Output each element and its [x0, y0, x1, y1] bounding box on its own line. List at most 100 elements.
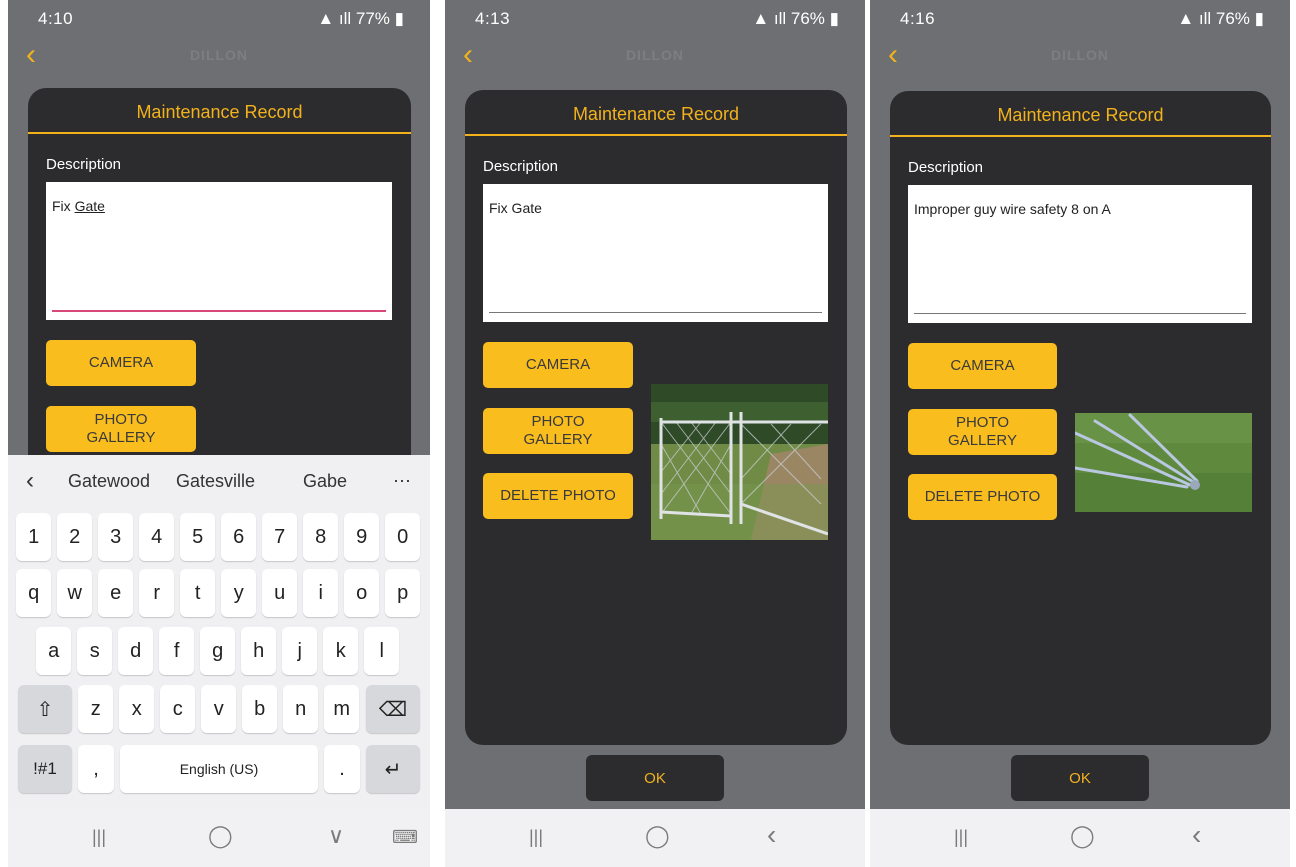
key-6[interactable]: 6 — [221, 513, 257, 561]
key-s[interactable]: s — [77, 627, 113, 675]
card-title: Maintenance Record — [136, 102, 303, 122]
app-logo: DILLON — [625, 47, 685, 63]
suggestion-back-icon[interactable]: ‹ — [26, 467, 34, 495]
maintenance-card: Maintenance Record Description Fix Gate … — [465, 90, 847, 745]
symbols-key[interactable]: !#1 — [18, 745, 72, 793]
photo-gallery-button[interactable]: PHOTO GALLERY — [46, 406, 196, 452]
period-key[interactable]: . — [324, 745, 360, 793]
key-x[interactable]: x — [119, 685, 155, 733]
phone-screen-1: 4:10 ▲ ıll 77% ▮ ‹ DILLON Maintenance Re… — [8, 0, 430, 867]
key-q[interactable]: q — [16, 569, 52, 617]
status-time: 4:13 — [475, 9, 511, 28]
key-r[interactable]: r — [139, 569, 175, 617]
camera-button[interactable]: CAMERA — [908, 343, 1057, 389]
delete-photo-button[interactable]: DELETE PHOTO — [908, 474, 1057, 520]
key-c[interactable]: c — [160, 685, 196, 733]
suggestion-strip: ‹ Gatewood Gatesville Gabe ⋯ — [8, 455, 430, 507]
camera-button[interactable]: CAMERA — [46, 340, 196, 386]
home-icon[interactable]: ◯ — [645, 823, 670, 849]
system-nav-bar: ||| ◯ ‹ — [445, 809, 865, 867]
key-m[interactable]: m — [324, 685, 360, 733]
key-t[interactable]: t — [180, 569, 216, 617]
photo-gallery-button[interactable]: PHOTO GALLERY — [483, 408, 633, 454]
key-o[interactable]: o — [344, 569, 380, 617]
key-k[interactable]: k — [323, 627, 359, 675]
key-2[interactable]: 2 — [57, 513, 93, 561]
suggestion-2[interactable]: Gatesville — [176, 471, 255, 492]
key-3[interactable]: 3 — [98, 513, 134, 561]
suggestion-3[interactable]: Gabe — [303, 471, 347, 492]
key-a[interactable]: a — [36, 627, 72, 675]
key-l[interactable]: l — [364, 627, 400, 675]
hide-keyboard-icon[interactable]: ∨ — [328, 823, 344, 849]
key-n[interactable]: n — [283, 685, 319, 733]
back-icon[interactable]: ‹ — [1192, 819, 1201, 851]
gate-photo[interactable] — [651, 384, 828, 540]
backspace-key[interactable]: ⌫ — [366, 685, 420, 733]
shift-key[interactable]: ⇧ — [18, 685, 72, 733]
key-d[interactable]: d — [118, 627, 154, 675]
title-divider — [890, 135, 1271, 137]
photo-gallery-label-line1: PHOTO — [94, 411, 148, 428]
description-autocorrect-word: Gate — [74, 198, 105, 214]
key-z[interactable]: z — [78, 685, 114, 733]
description-field[interactable]: Fix Gate — [46, 182, 392, 320]
title-divider — [28, 132, 411, 134]
key-b[interactable]: b — [242, 685, 278, 733]
status-battery: ▲ ıll 76% ▮ — [752, 9, 839, 28]
card-title: Maintenance Record — [572, 104, 740, 124]
guy-wire-photo-image — [1075, 413, 1252, 512]
recents-icon[interactable]: ||| — [529, 827, 543, 848]
signal-icon: ▲ ıll — [1177, 9, 1216, 28]
focus-underline — [52, 310, 386, 312]
photo-gallery-label-line2: GALLERY — [86, 429, 156, 446]
key-u[interactable]: u — [262, 569, 298, 617]
phone-screen-2: 4:13 ▲ ıll 76% ▮ ‹ DILLON Maintenance Re… — [445, 0, 865, 867]
photo-gallery-label-line1: PHOTO — [531, 413, 585, 430]
key-0[interactable]: 0 — [385, 513, 421, 561]
camera-button[interactable]: CAMERA — [483, 342, 633, 388]
delete-photo-button[interactable]: DELETE PHOTO — [483, 473, 633, 519]
status-bar: 4:10 ▲ ıll 77% ▮ — [8, 0, 430, 38]
key-i[interactable]: i — [303, 569, 339, 617]
ok-button[interactable]: OK — [586, 755, 724, 801]
ok-button[interactable]: OK — [1011, 755, 1149, 801]
gate-photo-image — [651, 384, 828, 540]
enter-key[interactable]: ↵ — [366, 745, 420, 793]
key-4[interactable]: 4 — [139, 513, 175, 561]
key-f[interactable]: f — [159, 627, 195, 675]
app-bar: ‹ DILLON — [445, 38, 865, 78]
description-field[interactable]: Improper guy wire safety 8 on A — [908, 185, 1252, 323]
key-w[interactable]: w — [57, 569, 93, 617]
key-y[interactable]: y — [221, 569, 257, 617]
keyboard-switch-icon[interactable]: ⌨ — [392, 827, 418, 848]
guy-wire-photo[interactable] — [1075, 413, 1252, 512]
key-h[interactable]: h — [241, 627, 277, 675]
description-field[interactable]: Fix Gate — [483, 184, 828, 322]
photo-gallery-button[interactable]: PHOTO GALLERY — [908, 409, 1057, 455]
back-icon[interactable]: ‹ — [767, 819, 776, 851]
description-label: Description — [46, 156, 122, 173]
key-e[interactable]: e — [98, 569, 134, 617]
recents-icon[interactable]: ||| — [92, 827, 106, 848]
key-8[interactable]: 8 — [303, 513, 339, 561]
app-bar: ‹ DILLON — [870, 38, 1290, 78]
photo-gallery-label-line2: GALLERY — [523, 431, 593, 448]
key-9[interactable]: 9 — [344, 513, 380, 561]
key-v[interactable]: v — [201, 685, 237, 733]
home-icon[interactable]: ◯ — [208, 823, 233, 849]
more-suggestions-icon[interactable]: ⋯ — [393, 471, 411, 492]
key-5[interactable]: 5 — [180, 513, 216, 561]
app-bar: ‹ DILLON — [8, 38, 430, 78]
key-1[interactable]: 1 — [16, 513, 52, 561]
key-g[interactable]: g — [200, 627, 236, 675]
suggestion-1[interactable]: Gatewood — [68, 471, 150, 492]
comma-key[interactable]: , — [78, 745, 114, 793]
status-bar: 4:16 ▲ ıll 76% ▮ — [870, 0, 1290, 38]
space-key[interactable]: English (US) — [120, 745, 318, 793]
key-7[interactable]: 7 — [262, 513, 298, 561]
key-j[interactable]: j — [282, 627, 318, 675]
recents-icon[interactable]: ||| — [954, 827, 968, 848]
home-icon[interactable]: ◯ — [1070, 823, 1095, 849]
key-p[interactable]: p — [385, 569, 421, 617]
